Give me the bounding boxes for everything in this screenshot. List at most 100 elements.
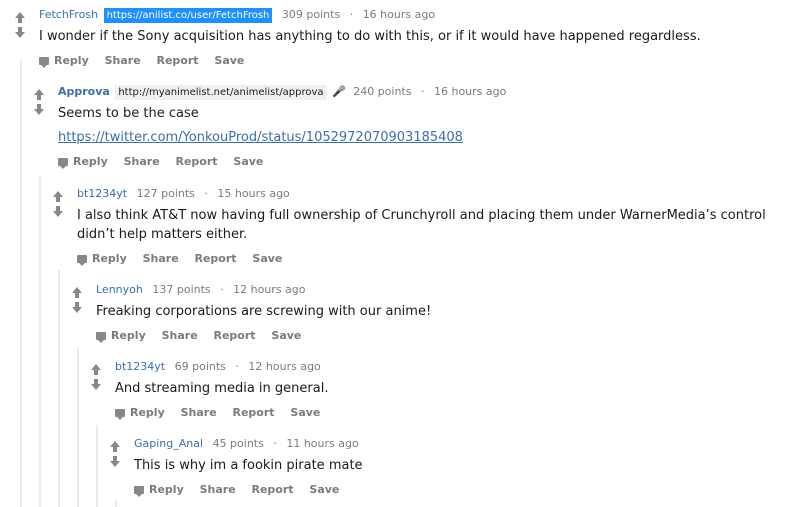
comment-time: 16 hours ago (433, 85, 507, 98)
downvote-icon[interactable] (91, 379, 101, 390)
comment-text: This is why im a fookin pirate mate (134, 458, 363, 473)
save-button[interactable]: Save (271, 329, 301, 342)
comment-points: 69 points (174, 360, 226, 373)
comment-author[interactable]: bt1234yt (115, 360, 165, 373)
comment-actions: Reply Share Report Save (96, 328, 431, 344)
share-button[interactable]: Share (181, 406, 217, 419)
comment-author[interactable]: FetchFrosh (39, 8, 98, 21)
comment-points: 137 points (152, 283, 211, 296)
comment: Lennyoh 137 points · 12 hours ago Freaki… (72, 281, 792, 347)
reply-icon (77, 255, 87, 266)
share-button[interactable]: Share (200, 483, 236, 496)
report-button[interactable]: Report (233, 406, 275, 419)
comment-time: 15 hours ago (217, 187, 290, 200)
comment-body: bt1234yt 127 points · 15 hours ago I als… (77, 185, 787, 267)
downvote-icon[interactable] (15, 27, 25, 38)
reply-label: Reply (73, 155, 108, 168)
downvote-icon[interactable] (110, 456, 120, 467)
upvote-icon[interactable] (53, 191, 63, 202)
comment: FetchFrosh https://anilist.co/user/Fetch… (15, 6, 795, 69)
separator-dot: · (235, 360, 239, 373)
separator-dot: · (420, 85, 425, 98)
comment-author[interactable]: Gaping_Anal (134, 437, 203, 450)
upvote-icon[interactable] (15, 12, 25, 23)
share-button[interactable]: Share (124, 155, 160, 168)
reply-icon (39, 57, 49, 68)
comment-actions: Reply Share Report Save (134, 482, 363, 498)
upvote-icon[interactable] (91, 364, 101, 375)
comment-time: 16 hours ago (362, 8, 436, 21)
upvote-icon[interactable] (110, 441, 120, 452)
reply-button[interactable]: Reply (96, 329, 146, 343)
reply-button[interactable]: Reply (39, 54, 89, 68)
reply-icon (58, 158, 68, 169)
thread-line (58, 270, 60, 507)
thread-line (77, 347, 79, 507)
report-button[interactable]: Report (176, 155, 218, 168)
report-button[interactable]: Report (214, 329, 256, 342)
report-button[interactable]: Report (252, 483, 294, 496)
user-flair[interactable]: https://anilist.co/user/FetchFrosh (103, 8, 273, 23)
thread-line (96, 425, 98, 507)
comment-text: Freaking corporations are screwing with … (96, 304, 432, 319)
reply-button[interactable]: Reply (134, 483, 184, 497)
comment-actions: Reply Share Report Save (58, 154, 506, 170)
reply-button[interactable]: Reply (77, 252, 127, 266)
comment-body: Lennyoh 137 points · 12 hours ago Freaki… (96, 281, 431, 344)
thread-line (20, 60, 22, 507)
save-button[interactable]: Save (214, 54, 244, 67)
reply-button[interactable]: Reply (115, 406, 165, 420)
thread-line (39, 175, 41, 507)
downvote-icon[interactable] (34, 104, 44, 115)
comment-points: 309 points (281, 8, 341, 21)
save-button[interactable]: Save (309, 483, 339, 496)
comment-text: Seems to be the case (58, 106, 199, 121)
comment-body: bt1234yt 69 points · 12 hours ago And st… (115, 358, 332, 421)
reply-label: Reply (54, 54, 89, 67)
tweet-link[interactable]: https://twitter.com/YonkouProd/status/10… (58, 130, 463, 145)
separator-dot: · (220, 283, 224, 296)
comment-meta: Lennyoh 137 points · 12 hours ago (96, 281, 431, 299)
comment-author[interactable]: Lennyoh (96, 283, 143, 296)
comment-points: 127 points (136, 187, 195, 200)
share-button[interactable]: Share (143, 252, 179, 265)
share-button[interactable]: Share (162, 329, 198, 342)
comment-actions: Reply Share Report Save (115, 405, 332, 421)
comment-meta: Gaping_Anal 45 points · 11 hours ago (134, 435, 363, 453)
comment-text: I wonder if the Sony acquisition has any… (39, 29, 701, 44)
reply-label: Reply (130, 406, 165, 419)
reply-button[interactable]: Reply (58, 155, 108, 169)
comment-body: Gaping_Anal 45 points · 11 hours ago Thi… (134, 435, 363, 498)
comment: Gaping_Anal 45 points · 11 hours ago Thi… (110, 435, 790, 501)
comment-actions: Reply Share Report Save (77, 251, 787, 267)
upvote-icon[interactable] (34, 89, 44, 100)
share-button[interactable]: Share (105, 54, 141, 67)
separator-dot: · (204, 187, 208, 200)
comment-text: And streaming media in general. (115, 381, 329, 396)
save-button[interactable]: Save (252, 252, 282, 265)
report-button[interactable]: Report (195, 252, 237, 265)
save-button[interactable]: Save (290, 406, 320, 419)
report-button[interactable]: Report (157, 54, 199, 67)
user-flair[interactable]: http://myanimelist.net/animelist/approva (115, 85, 327, 100)
thread-line (115, 500, 117, 507)
upvote-icon[interactable] (72, 287, 82, 298)
microphone-icon: 🎤 (332, 85, 346, 98)
comment-body: Approva http://myanimelist.net/animelist… (58, 83, 506, 170)
comment: bt1234yt 127 points · 15 hours ago I als… (53, 185, 793, 270)
comment-time: 12 hours ago (248, 360, 321, 373)
comment-author[interactable]: Approva (58, 85, 110, 98)
comment-body: FetchFrosh https://anilist.co/user/Fetch… (39, 6, 701, 69)
downvote-icon[interactable] (72, 302, 82, 313)
comment-actions: Reply Share Report Save (39, 53, 701, 69)
comment-text: I also think AT&T now having full owners… (77, 208, 766, 242)
comment-time: 12 hours ago (233, 283, 306, 296)
save-button[interactable]: Save (233, 155, 263, 168)
comment-points: 45 points (212, 437, 264, 450)
downvote-icon[interactable] (53, 206, 63, 217)
comment-meta: bt1234yt 127 points · 15 hours ago (77, 185, 787, 203)
comment-link-line: https://twitter.com/YonkouProd/status/10… (58, 128, 506, 147)
reply-icon (115, 409, 125, 420)
reply-icon (96, 332, 106, 343)
comment-author[interactable]: bt1234yt (77, 187, 127, 200)
